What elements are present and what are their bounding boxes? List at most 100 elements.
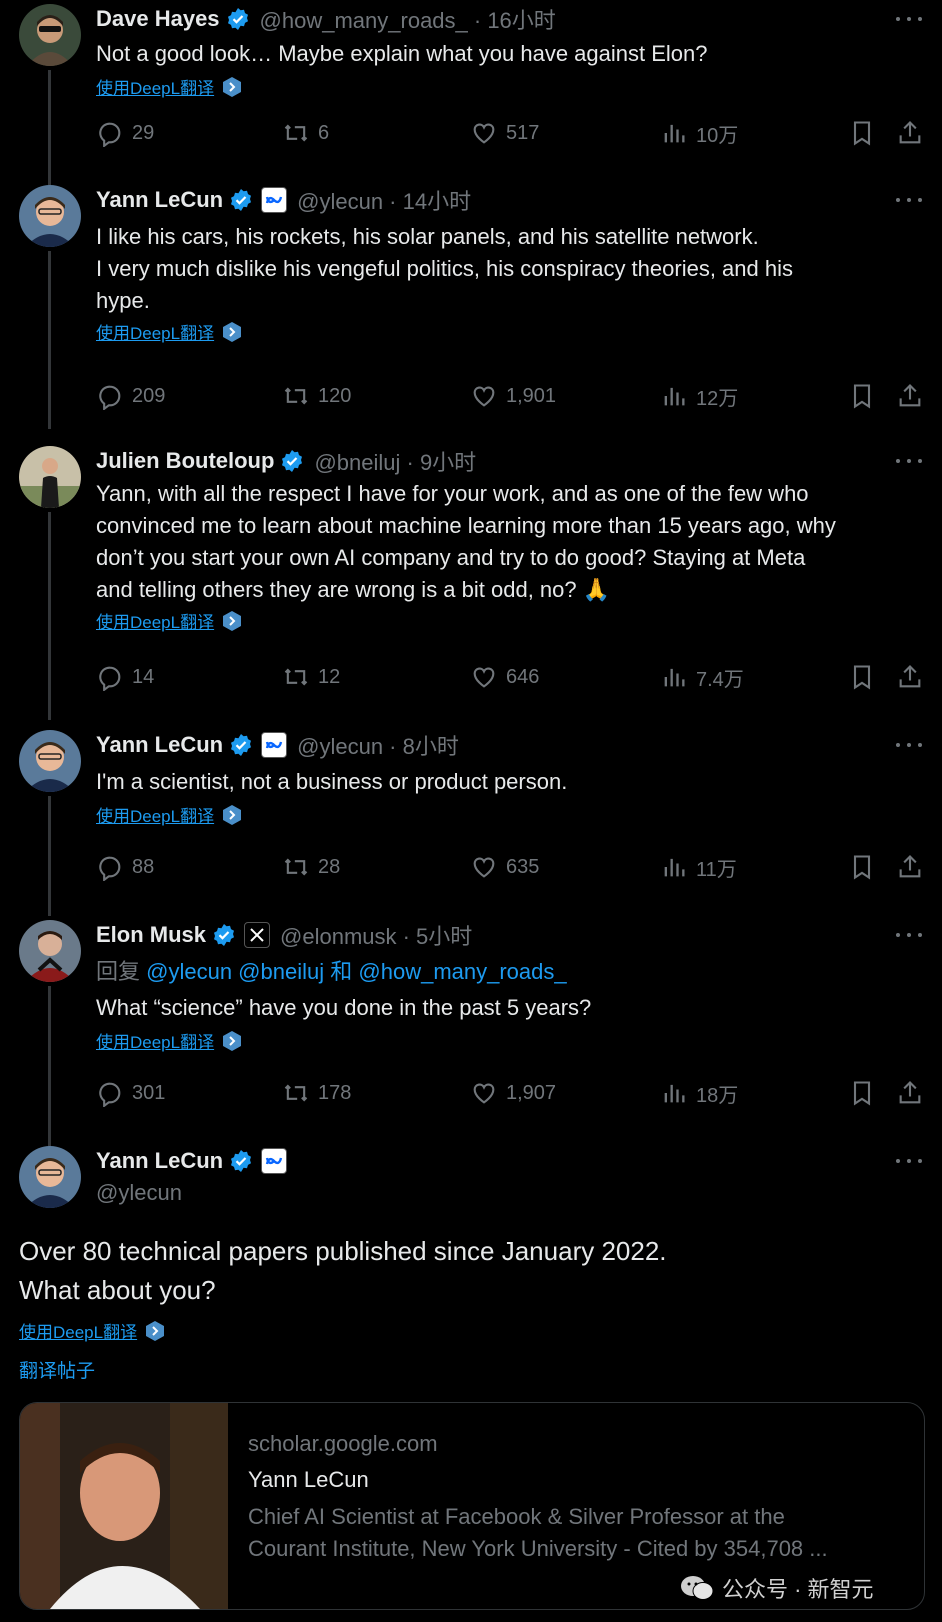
translate-post-link[interactable]: 翻译帖子 [19, 1356, 95, 1383]
translate-label[interactable]: 使用DeepL翻译 [96, 319, 214, 344]
reply-mentions[interactable]: @ylecun @bneiluj [146, 959, 324, 984]
reply-mention-last[interactable]: @how_many_roads_ [358, 959, 566, 984]
views-button[interactable]: 11万 [660, 852, 737, 882]
reply-button[interactable]: 301 [96, 1078, 165, 1108]
share-button[interactable] [896, 852, 924, 882]
meta-affiliation-icon[interactable] [261, 187, 288, 213]
view-count: 10万 [696, 124, 739, 147]
reply-icon [99, 1082, 121, 1107]
reply-and: 和 [330, 959, 353, 984]
meta-affiliation-icon[interactable] [261, 1148, 288, 1174]
more-options-icon[interactable] [896, 4, 922, 34]
tweet-text-line: What about you? [19, 1275, 216, 1305]
card-title: Yann LeCun [248, 1467, 369, 1492]
more-options-icon[interactable] [896, 446, 922, 476]
verified-badge-icon [227, 8, 248, 30]
translate-deepl-link[interactable]: 使用DeepL翻译 [96, 802, 243, 827]
views-button[interactable]: 18万 [660, 1078, 738, 1108]
more-options-icon[interactable] [896, 920, 922, 950]
retweet-button[interactable]: 28 [282, 852, 340, 882]
tweet-text-line: convinced me to learn about machine lear… [96, 513, 836, 538]
views-button[interactable]: 12万 [660, 381, 738, 411]
retweet-button[interactable]: 120 [282, 381, 351, 411]
avatar-yann-lecun[interactable] [19, 185, 81, 247]
bookmark-icon [853, 384, 871, 409]
views-button[interactable]: 7.4万 [660, 662, 744, 692]
author-handle[interactable]: @how_many_roads_ · 16小时 [260, 3, 556, 35]
author-name[interactable]: Dave Hayes [96, 6, 220, 32]
retweet-count: 120 [318, 384, 352, 407]
avatar-julien-bouteloup[interactable] [19, 446, 81, 508]
heart-icon [473, 1083, 495, 1104]
card-thumbnail [20, 1403, 228, 1609]
author-name[interactable]: Yann LeCun [96, 187, 223, 213]
bookmark-button[interactable] [848, 662, 876, 692]
author-name[interactable]: Yann LeCun [96, 732, 223, 758]
avatar-dave-hayes[interactable] [19, 4, 81, 66]
retweet-button[interactable]: 6 [282, 118, 329, 148]
thread-line [48, 70, 51, 188]
share-button[interactable] [896, 118, 924, 148]
like-button[interactable]: 646 [470, 662, 539, 692]
translate-label[interactable]: 使用DeepL翻译 [96, 608, 214, 633]
bookmark-button[interactable] [848, 852, 876, 882]
translate-label[interactable]: 使用DeepL翻译 [96, 802, 214, 827]
share-icon [899, 121, 921, 144]
author-handle[interactable]: @bneiluj · 9小时 [314, 445, 476, 477]
more-options-icon[interactable] [896, 1146, 922, 1176]
like-count: 1,901 [506, 384, 557, 407]
tweet-text-line: I'm a scientist, not a business or produ… [96, 769, 568, 794]
author-name[interactable]: Elon Musk [96, 922, 206, 948]
translate-deepl-link[interactable]: 使用DeepL翻译 [96, 74, 243, 99]
author-handle[interactable]: @ylecun · 14小时 [297, 184, 471, 216]
reply-button[interactable]: 88 [96, 852, 154, 882]
like-count: 1,907 [506, 1081, 557, 1104]
reply-prefix: 回复 [96, 959, 141, 984]
more-options-icon[interactable] [896, 185, 922, 215]
bookmark-button[interactable] [848, 1078, 876, 1108]
share-button[interactable] [896, 1078, 924, 1108]
author-handle[interactable]: @elonmusk · 5小时 [280, 919, 472, 951]
bookmark-button[interactable] [848, 381, 876, 411]
avatar-elon-musk[interactable] [19, 920, 81, 982]
translate-label[interactable]: 使用DeepL翻译 [19, 1318, 137, 1343]
reply-button[interactable]: 209 [96, 381, 165, 411]
author-handle[interactable]: @ylecun [96, 1180, 182, 1206]
like-button[interactable]: 1,907 [470, 1078, 556, 1108]
more-options-icon[interactable] [896, 730, 922, 760]
like-button[interactable]: 635 [470, 852, 539, 882]
retweet-button[interactable]: 178 [282, 1078, 351, 1108]
views-button[interactable]: 10万 [660, 118, 738, 148]
reply-button[interactable]: 29 [96, 118, 154, 148]
translate-deepl-link[interactable]: 使用DeepL翻译 [19, 1318, 166, 1343]
translate-deepl-link[interactable]: 使用DeepL翻译 [96, 1028, 243, 1053]
share-icon [899, 1081, 921, 1104]
retweet-button[interactable]: 12 [282, 662, 340, 692]
share-button[interactable] [896, 381, 924, 411]
tweet-text-line: Yann, with all the respect I have for yo… [96, 481, 809, 506]
x-affiliation-icon[interactable] [244, 922, 271, 948]
author-handle[interactable]: @ylecun · 8小时 [297, 729, 459, 761]
tweet-actions: 14 12 646 7.4万 [96, 662, 926, 692]
retweet-count: 28 [318, 855, 341, 878]
retweet-icon [284, 668, 308, 686]
tweet-actions: 29 6 517 10万 [96, 118, 926, 148]
thread-line [48, 796, 51, 916]
author-name[interactable]: Yann LeCun [96, 1148, 223, 1174]
meta-affiliation-icon[interactable] [261, 732, 288, 758]
like-button[interactable]: 517 [470, 118, 539, 148]
share-button[interactable] [896, 662, 924, 692]
like-button[interactable]: 1,901 [470, 381, 556, 411]
translate-label[interactable]: 使用DeepL翻译 [96, 74, 214, 99]
avatar-yann-lecun[interactable] [19, 1146, 81, 1208]
avatar-yann-lecun[interactable] [19, 730, 81, 792]
translate-deepl-link[interactable]: 使用DeepL翻译 [96, 608, 243, 633]
bookmark-icon [853, 665, 871, 690]
reply-button[interactable]: 14 [96, 662, 154, 692]
translate-label[interactable]: 使用DeepL翻译 [96, 1028, 214, 1053]
retweet-count: 6 [318, 121, 330, 144]
author-name[interactable]: Julien Bouteloup [96, 448, 274, 474]
bookmark-button[interactable] [848, 118, 876, 148]
translate-deepl-link[interactable]: 使用DeepL翻译 [96, 319, 243, 344]
reply-count: 88 [132, 855, 155, 878]
